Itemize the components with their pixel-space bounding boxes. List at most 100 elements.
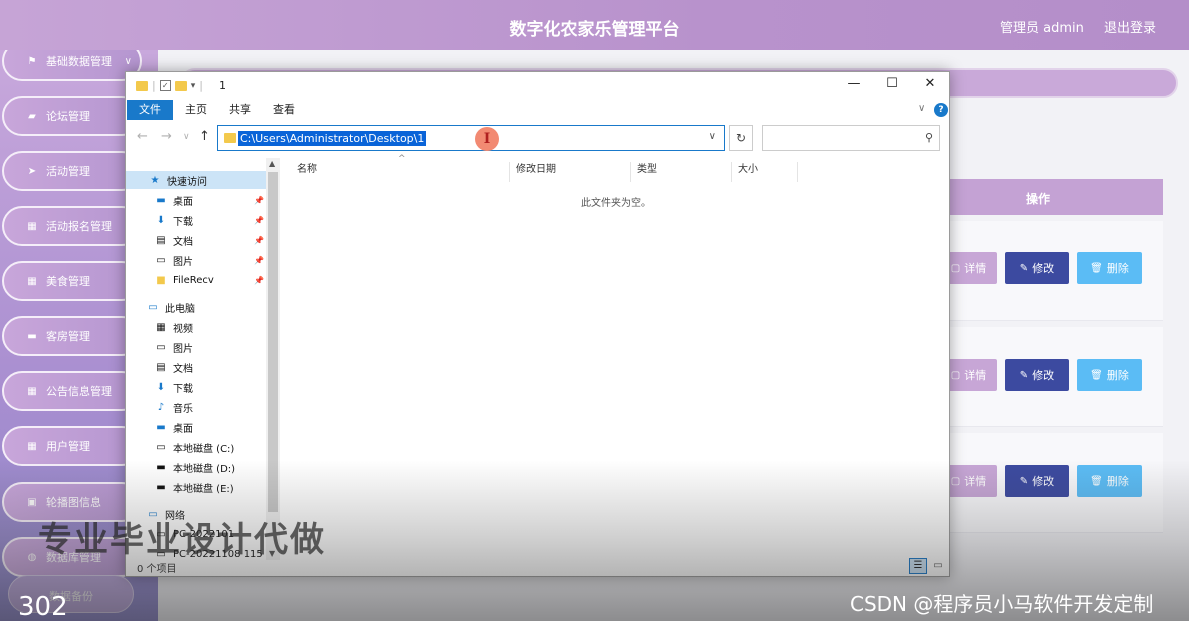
text-cursor-icon: I bbox=[475, 127, 499, 151]
op-column-header: 操作 bbox=[1026, 192, 1051, 206]
delete-button[interactable]: 🗑 删除 bbox=[1077, 252, 1142, 284]
nav-item-desktop-pc[interactable]: ▬ 桌面 bbox=[154, 418, 193, 436]
document-icon: ▤ bbox=[156, 234, 166, 246]
tab-home[interactable]: 主页 bbox=[176, 100, 216, 120]
nav-item-drive-c[interactable]: ▭ 本地磁盘 (C:) bbox=[154, 438, 234, 456]
recent-dropdown-icon[interactable]: ∨ bbox=[183, 132, 190, 142]
dropdown-icon[interactable]: ▾ bbox=[191, 81, 196, 91]
edit-button[interactable]: ✎ 修改 bbox=[1005, 465, 1069, 497]
admin-label: 管理员 admin bbox=[1000, 21, 1084, 36]
sidebar-item-notice[interactable]: ▦ 公告信息管理 bbox=[2, 371, 142, 411]
nav-scrollbar[interactable]: ▲ ▼ bbox=[266, 158, 280, 560]
nav-item-pictures[interactable]: ▭ 图片 📌 bbox=[154, 251, 264, 269]
sidebar-item-label: 论坛管理 bbox=[46, 110, 90, 123]
up-arrow-icon[interactable]: ↑ bbox=[199, 129, 210, 144]
download-icon: ⬇ bbox=[156, 214, 166, 226]
grid-icon: ▦ bbox=[27, 275, 37, 287]
video-icon: ▦ bbox=[156, 321, 166, 333]
sidebar-item-activity[interactable]: ➤ 活动管理 bbox=[2, 151, 142, 191]
nav-item-videos[interactable]: ▦ 视频 bbox=[154, 318, 193, 336]
search-icon: ⚲ bbox=[924, 131, 933, 144]
maximize-button[interactable]: ☐ bbox=[877, 76, 907, 96]
column-name[interactable]: 名称 bbox=[291, 162, 510, 182]
sidebar-item-label: 公告信息管理 bbox=[46, 385, 112, 398]
delete-button[interactable]: 🗑 删除 bbox=[1077, 359, 1142, 391]
nav-item-filerecv[interactable]: ■ FileRecv 📌 bbox=[154, 271, 264, 289]
help-icon[interactable]: ? bbox=[934, 103, 948, 117]
new-folder-icon[interactable] bbox=[174, 80, 187, 91]
sidebar-item-label: 美食管理 bbox=[46, 275, 90, 288]
details-view-icon[interactable]: ☰ bbox=[909, 558, 927, 574]
sidebar-item-label: 轮播图信息 bbox=[46, 496, 101, 509]
bed-icon: ▬ bbox=[27, 330, 37, 342]
file-explorer-window: | ✓ ▾ | 1 — ☐ ✕ 文件 主页 共享 查看 ∨ ? ← → ∨ ↑ … bbox=[125, 71, 950, 577]
nav-item-drive-e[interactable]: ▬ 本地磁盘 (E:) bbox=[154, 478, 233, 496]
folder-icon bbox=[136, 80, 148, 91]
properties-icon[interactable]: ✓ bbox=[159, 80, 171, 91]
nav-item-music[interactable]: ♪ 音乐 bbox=[154, 398, 193, 416]
computer-icon: ▭ bbox=[148, 301, 158, 313]
logout-link[interactable]: 退出登录 bbox=[1104, 17, 1156, 36]
sidebar-item-food[interactable]: ▦ 美食管理 bbox=[2, 261, 142, 301]
column-size[interactable]: 大小 bbox=[732, 162, 798, 182]
pencil-icon: ✎ bbox=[1019, 475, 1029, 487]
drive-icon: ▬ bbox=[156, 481, 166, 493]
search-input[interactable]: ⚲ bbox=[762, 125, 940, 151]
document-icon: ▤ bbox=[156, 361, 166, 373]
sidebar-item-label: 用户管理 bbox=[46, 440, 90, 453]
address-bar[interactable]: C:\Users\Administrator\Desktop\1 I ∨ bbox=[217, 125, 725, 151]
delete-button[interactable]: 🗑 删除 bbox=[1077, 465, 1142, 497]
sidebar-item-forum[interactable]: ▰ 论坛管理 bbox=[2, 96, 142, 136]
scrollbar-thumb[interactable] bbox=[268, 172, 278, 512]
sidebar-item-activity-signup[interactable]: ▦ 活动报名管理 bbox=[2, 206, 142, 246]
refresh-button[interactable]: ↻ bbox=[729, 125, 753, 151]
detail-icon: ▢ bbox=[950, 369, 961, 381]
drive-icon: ▬ bbox=[156, 461, 166, 473]
scroll-up-icon[interactable]: ▲ bbox=[269, 159, 275, 168]
csdn-watermark: CSDN @程序员小马软件开发定制 bbox=[850, 592, 1154, 616]
explorer-titlebar: | ✓ ▾ | 1 — ☐ ✕ bbox=[126, 72, 949, 100]
nav-item-documents[interactable]: ▤ 文档 📌 bbox=[154, 231, 264, 249]
ribbon-tabs: 文件 主页 共享 查看 bbox=[126, 100, 949, 120]
picture-icon: ▭ bbox=[156, 341, 166, 353]
video-number: 302 bbox=[18, 592, 68, 621]
nav-item-downloads-pc[interactable]: ⬇ 下载 bbox=[154, 378, 193, 396]
navigation-bar: ← → ∨ ↑ C:\Users\Administrator\Desktop\1… bbox=[126, 124, 949, 152]
nav-item-this-pc[interactable]: ▭ 此电脑 bbox=[146, 298, 195, 316]
address-dropdown-icon[interactable]: ∨ bbox=[709, 131, 716, 142]
tab-view[interactable]: 查看 bbox=[264, 100, 304, 120]
navigation-pane: ★ 快速访问 ▬ 桌面 📌 ⬇ 下载 📌 ▤ 文档 📌 ▭ 图片 📌 ■ FileRecv 📌 ▭ 此电… bbox=[126, 158, 280, 560]
sidebar-item-users[interactable]: ▦ 用户管理 bbox=[2, 426, 142, 466]
folder-icon bbox=[224, 133, 236, 143]
tab-file[interactable]: 文件 bbox=[127, 100, 173, 120]
picture-icon: ▭ bbox=[156, 254, 166, 266]
nav-item-pictures-pc[interactable]: ▭ 图片 bbox=[154, 338, 193, 356]
large-icons-view-icon[interactable]: ▭ bbox=[930, 558, 946, 574]
minimize-button[interactable]: — bbox=[839, 76, 869, 96]
back-arrow-icon[interactable]: ← bbox=[137, 129, 148, 144]
column-modified[interactable]: 修改日期 bbox=[510, 162, 631, 182]
trash-icon: 🗑 bbox=[1090, 262, 1103, 274]
tab-share[interactable]: 共享 bbox=[220, 100, 260, 120]
drive-c-icon: ▭ bbox=[156, 441, 166, 453]
edit-button[interactable]: ✎ 修改 bbox=[1005, 359, 1069, 391]
column-type[interactable]: 类型 bbox=[631, 162, 732, 182]
sidebar-item-rooms[interactable]: ▬ 客房管理 bbox=[2, 316, 142, 356]
nav-item-quick-access[interactable]: ★ 快速访问 bbox=[126, 171, 266, 189]
pencil-icon: ✎ bbox=[1019, 262, 1029, 274]
detail-icon: ▢ bbox=[950, 262, 961, 274]
pin-icon: 📌 bbox=[254, 275, 264, 285]
sidebar-item-basic-data[interactable]: ⚑ 基础数据管理 ∨ bbox=[2, 50, 142, 81]
nav-item-drive-d[interactable]: ▬ 本地磁盘 (D:) bbox=[154, 458, 235, 476]
nav-item-downloads[interactable]: ⬇ 下载 📌 bbox=[154, 211, 264, 229]
expand-ribbon-icon[interactable]: ∨ bbox=[918, 103, 925, 114]
nav-item-documents-pc[interactable]: ▤ 文档 bbox=[154, 358, 193, 376]
empty-folder-message: 此文件夹为空。 bbox=[581, 198, 651, 209]
address-text[interactable]: C:\Users\Administrator\Desktop\1 bbox=[238, 131, 427, 146]
pin-icon: 📌 bbox=[254, 235, 264, 245]
forward-arrow-icon[interactable]: → bbox=[161, 129, 172, 144]
trash-icon: 🗑 bbox=[1090, 369, 1103, 381]
close-button[interactable]: ✕ bbox=[915, 76, 945, 96]
edit-button[interactable]: ✎ 修改 bbox=[1005, 252, 1069, 284]
chat-icon: ▰ bbox=[28, 110, 36, 122]
